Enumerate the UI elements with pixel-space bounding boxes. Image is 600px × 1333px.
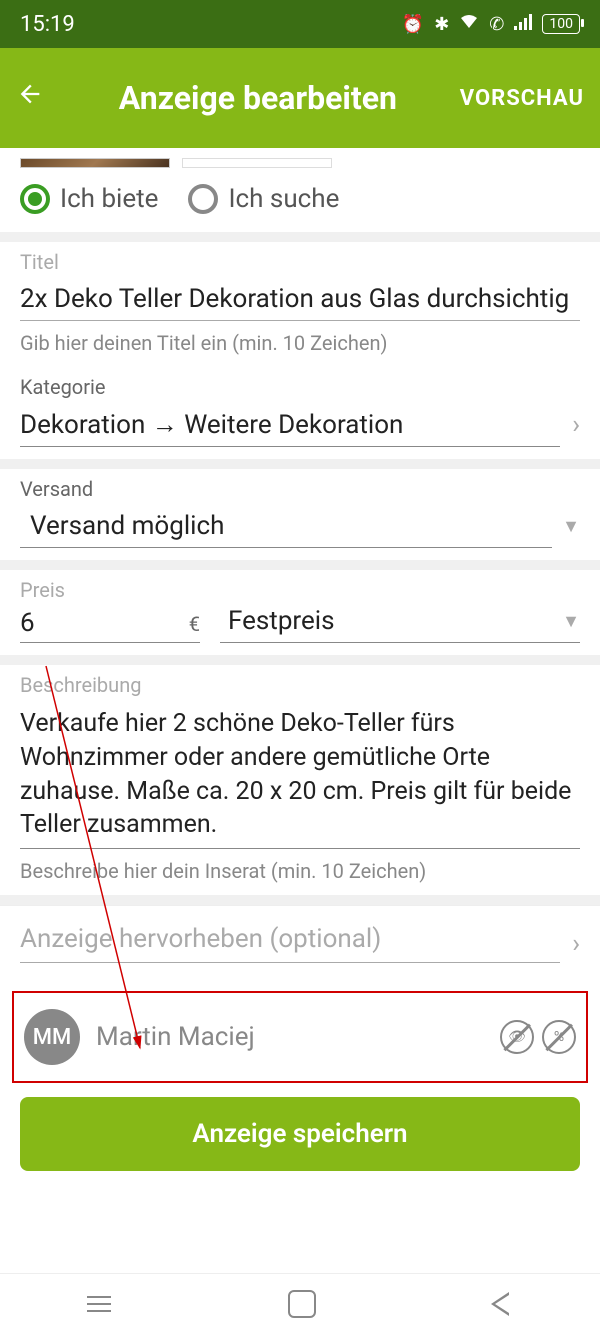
radio-offer-label: Ich biete <box>60 184 158 214</box>
user-box[interactable]: MM Martin Maciej 👁 % <box>12 991 588 1083</box>
category-value: Dekoration → Weitere Dekoration <box>20 403 560 447</box>
chevron-right-icon: › <box>560 410 580 440</box>
category-select[interactable]: Dekoration → Weitere Dekoration › <box>20 403 580 447</box>
description-hint: Beschreibe hier dein Inserat (min. 10 Ze… <box>20 859 580 883</box>
volte-icon: ✆ <box>489 14 504 35</box>
radio-search[interactable]: Ich suche <box>188 184 339 214</box>
dropdown-icon: ▼ <box>552 516 580 537</box>
status-icons: ⏰ ✱ ✆ 100 <box>402 14 580 35</box>
price-type-select[interactable]: Festpreis ▼ <box>220 606 580 643</box>
chevron-right-icon: › <box>560 929 580 959</box>
no-view-icon: 👁 <box>500 1020 534 1054</box>
category-section: Kategorie Dekoration → Weitere Dekoratio… <box>0 367 600 459</box>
signal-icon <box>514 14 532 35</box>
nav-back-icon[interactable] <box>489 1292 513 1316</box>
shipping-section: Versand Versand möglich ▼ <box>0 469 600 560</box>
image-row <box>0 148 600 168</box>
avatar: MM <box>24 1009 80 1065</box>
title-input[interactable]: 2x Deko Teller Dekoration aus Glas durch… <box>20 278 580 321</box>
description-input[interactable]: Verkaufe hier 2 schöne Deko-Teller fürs … <box>20 701 580 849</box>
price-type-value: Festpreis <box>220 606 335 636</box>
nav-recents-icon[interactable] <box>87 1290 115 1318</box>
preview-button[interactable]: VORSCHAU <box>460 86 584 111</box>
bluetooth-icon: ✱ <box>434 14 449 35</box>
radio-circle-icon <box>188 184 218 214</box>
add-image-placeholder[interactable] <box>182 158 332 168</box>
battery-icon: 100 <box>542 14 580 34</box>
price-value: 6 <box>20 608 189 638</box>
shipping-label: Versand <box>20 477 580 501</box>
radio-search-label: Ich suche <box>228 184 339 214</box>
status-time: 15:19 <box>20 12 75 37</box>
highlight-row[interactable]: Anzeige hervorheben (optional) › <box>0 905 600 981</box>
description-label: Beschreibung <box>20 673 580 697</box>
radio-offer[interactable]: Ich biete <box>20 184 158 214</box>
wifi-icon <box>459 14 479 35</box>
price-currency: € <box>189 612 200 636</box>
title-hint: Gib hier deinen Titel ein (min. 10 Zeich… <box>20 331 580 355</box>
shipping-value: Versand möglich <box>20 505 552 548</box>
title-label: Titel <box>20 250 580 274</box>
back-button[interactable] <box>16 80 56 116</box>
offer-type-row: Ich biete Ich suche <box>0 168 600 232</box>
status-bar: 15:19 ⏰ ✱ ✆ 100 <box>0 0 600 48</box>
alarm-icon: ⏰ <box>402 14 424 35</box>
price-section: Preis 6 € Festpreis ▼ <box>0 570 600 655</box>
category-label: Kategorie <box>20 375 580 399</box>
price-label: Preis <box>20 578 580 602</box>
no-percent-icon: % <box>542 1020 576 1054</box>
page-title: Anzeige bearbeiten <box>56 79 460 117</box>
image-thumbnail[interactable] <box>20 158 170 168</box>
android-navbar <box>0 1273 600 1333</box>
app-bar: Anzeige bearbeiten VORSCHAU <box>0 48 600 148</box>
shipping-select[interactable]: Versand möglich ▼ <box>20 505 580 548</box>
highlight-label: Anzeige hervorheben (optional) <box>20 924 560 963</box>
dropdown-icon: ▼ <box>552 611 580 632</box>
user-icons: 👁 % <box>500 1020 576 1054</box>
save-button[interactable]: Anzeige speichern <box>20 1097 580 1171</box>
price-input[interactable]: 6 € <box>20 608 200 643</box>
radio-circle-icon <box>20 184 50 214</box>
user-name: Martin Maciej <box>96 1022 484 1052</box>
description-section: Beschreibung Verkaufe hier 2 schöne Deko… <box>0 665 600 895</box>
title-section: Titel 2x Deko Teller Dekoration aus Glas… <box>0 242 600 367</box>
nav-home-icon[interactable] <box>288 1290 316 1318</box>
